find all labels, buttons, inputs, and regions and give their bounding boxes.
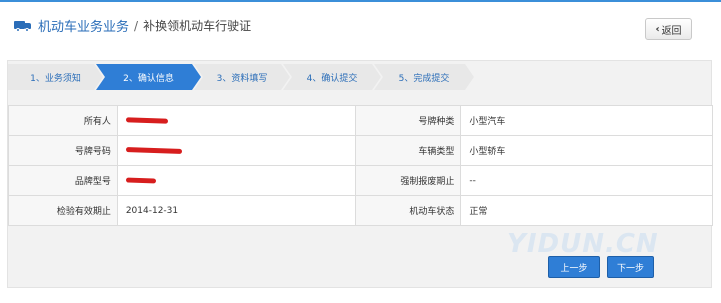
table-row: 所有人 号牌种类 小型汽车 <box>8 105 713 136</box>
step-5[interactable]: 5、完成提交 <box>374 64 474 90</box>
step-4[interactable]: 4、确认提交 <box>283 64 381 90</box>
table-row: 号牌号码 车辆类型 小型轿车 <box>8 135 713 166</box>
vehicle-type-label: 车辆类型 <box>354 135 462 166</box>
table-row: 检验有效期止 2014-12-31 机动车状态 正常 <box>8 195 713 226</box>
breadcrumb-separator: / <box>134 18 139 33</box>
plate-number-value <box>116 135 356 166</box>
next-step-button[interactable]: 下一步 <box>607 256 654 278</box>
redaction-mark <box>125 116 168 124</box>
redaction-mark <box>125 176 156 184</box>
step-label: 4、确认提交 <box>306 73 358 84</box>
inspection-expiry-label: 检验有效期止 <box>8 195 118 226</box>
button-bar: 上一步 下一步 <box>8 247 713 287</box>
vehicle-status-label: 机动车状态 <box>354 195 462 226</box>
vehicle-info-table: 所有人 号牌种类 小型汽车 号牌号码 车辆类型 小型轿车 品牌型号 强制报废期止… <box>8 105 713 226</box>
redaction-mark <box>125 146 182 154</box>
vehicle-type-value: 小型轿车 <box>460 135 713 166</box>
back-button-label: 返回 <box>661 25 682 37</box>
step-3[interactable]: 3、资料填写 <box>194 64 290 90</box>
step-2[interactable]: 2、确认信息 <box>96 64 201 90</box>
step-label: 1、业务须知 <box>30 73 81 84</box>
scrap-date-value: -- <box>460 165 713 196</box>
brand-model-value <box>116 165 356 196</box>
brand-model-label: 品牌型号 <box>8 165 118 196</box>
step-label: 5、完成提交 <box>398 73 450 84</box>
breadcrumb-current: 补换领机动车行驶证 <box>143 19 252 33</box>
plate-number-label: 号牌号码 <box>8 135 118 166</box>
inspection-expiry-value: 2014-12-31 <box>116 195 356 226</box>
owner-value <box>116 105 356 136</box>
step-label: 3、资料填写 <box>216 73 268 84</box>
vehicle-status-value: 正常 <box>460 195 713 226</box>
back-button[interactable]: ‹ 返回 <box>645 18 692 40</box>
main-panel: 1、业务须知 2、确认信息 3、资料填写 4、确认提交 5、完成提交 所有人 号… <box>7 60 713 288</box>
owner-label: 所有人 <box>8 105 118 136</box>
breadcrumb-main[interactable]: 机动车业务业务 <box>38 16 129 35</box>
page-header: 机动车业务业务 / 补换领机动车行驶证 ‹ 返回 <box>0 0 721 45</box>
prev-step-button[interactable]: 上一步 <box>548 256 600 278</box>
step-label: 2、确认信息 <box>123 73 174 84</box>
step-progress: 1、业务须知 2、确认信息 3、资料填写 4、确认提交 5、完成提交 <box>8 64 486 90</box>
chevron-left-icon: ‹ <box>655 23 660 35</box>
plate-type-label: 号牌种类 <box>354 105 462 136</box>
plate-type-value: 小型汽车 <box>460 105 713 136</box>
truck-icon <box>14 20 32 32</box>
step-1[interactable]: 1、业务须知 <box>8 64 103 90</box>
table-row: 品牌型号 强制报废期止 -- <box>8 165 713 196</box>
breadcrumb: 机动车业务业务 / 补换领机动车行驶证 <box>14 16 251 35</box>
scrap-date-label: 强制报废期止 <box>354 165 462 196</box>
